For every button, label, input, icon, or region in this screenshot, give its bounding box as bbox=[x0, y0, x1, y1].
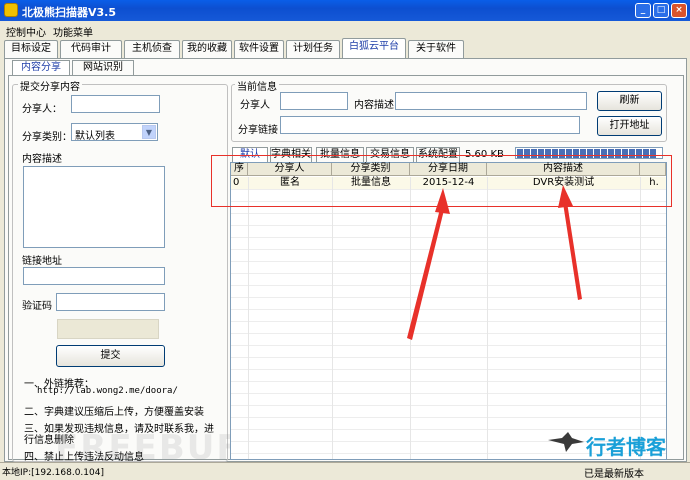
annotation-arrows bbox=[407, 185, 582, 340]
status-bar: 本地IP:[192.168.0.104] 已是最新版本 bbox=[0, 462, 690, 480]
arrow-date-shaft bbox=[407, 205, 445, 340]
bird-logo-icon bbox=[548, 432, 584, 452]
local-ip: 本地IP:[192.168.0.104] bbox=[2, 468, 104, 478]
arrow-date-head bbox=[435, 188, 450, 214]
arrow-desc-shaft bbox=[563, 202, 582, 300]
blog-logo-text: 行者博客 bbox=[586, 435, 666, 459]
arrow-desc-head bbox=[558, 185, 573, 208]
